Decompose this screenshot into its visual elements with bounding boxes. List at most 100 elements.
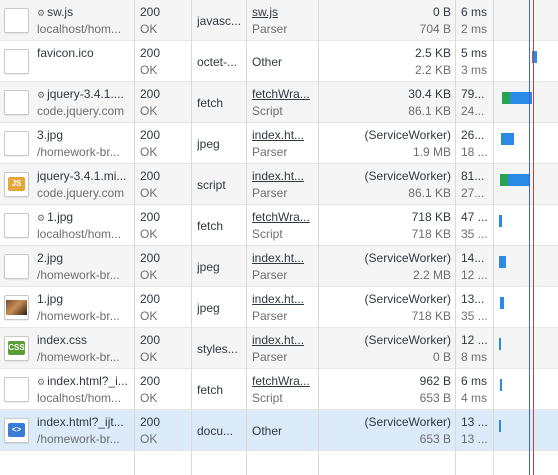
name-cell[interactable]: JS jquery-3.4.1.mi... code.jquery.com — [0, 164, 134, 205]
request-row[interactable]: ⚙ 1.jpg localhost/hom... 200 OK fetch fetchWra… — [0, 205, 558, 246]
latency-time: 3 ms — [461, 63, 488, 77]
waterfall-cell — [493, 41, 558, 82]
initiator-link[interactable]: index.ht... — [252, 128, 315, 142]
resource-size: 86.1 KB — [408, 104, 451, 118]
status-code: 200 — [140, 374, 161, 388]
transferred-size: (ServiceWorker) — [364, 251, 451, 265]
request-row[interactable]: ⚙ sw.js localhost/hom... 200 OK javasc... sw.j… — [0, 0, 558, 41]
gear-icon: ⚙ — [37, 8, 46, 18]
initiator-link[interactable]: fetchWra... — [252, 210, 315, 224]
status-text: OK — [140, 391, 158, 405]
type-cell: styles... — [191, 328, 246, 369]
latency-time: 24... — [461, 104, 485, 118]
total-time: 81... — [461, 169, 485, 183]
waterfall-cell — [493, 246, 558, 287]
waterfall-cell — [493, 328, 558, 369]
total-time: 13... — [461, 292, 485, 306]
name-cell[interactable]: 2.jpg/homework-br... — [0, 246, 134, 287]
waterfall-cell — [493, 205, 558, 246]
resource-size: 1.9 MB — [412, 145, 451, 159]
status-code: 200 — [140, 5, 161, 19]
type-cell: script — [191, 164, 246, 205]
status-cell: 200 OK — [134, 123, 191, 164]
request-path: /homework-br... — [37, 432, 120, 446]
request-path: code.jquery.com — [37, 186, 125, 200]
request-row[interactable]: 1.jpg/homework-br... 200 OK jpeg index.ht...… — [0, 287, 558, 328]
resource-size: 86.1 KB — [408, 186, 451, 200]
initiator-link[interactable]: index.ht... — [252, 292, 315, 306]
type-cell: jpeg — [191, 123, 246, 164]
latency-time: 27... — [461, 186, 485, 200]
waterfall-cell — [493, 287, 558, 328]
name-cell[interactable]: CSS index.css/homework-br... — [0, 328, 134, 369]
initiator-link[interactable]: sw.js — [252, 5, 315, 19]
status-cell: 200 OK — [134, 246, 191, 287]
name-cell[interactable]: ⚙ index.html?_i... localhost/hom... — [0, 369, 134, 410]
time-cell: 79... 24... — [455, 82, 493, 123]
total-time: 6 ms — [461, 5, 488, 19]
size-cell: (ServiceWorker) 1.9 MB — [318, 123, 455, 164]
status-text: OK — [140, 145, 158, 159]
column-divider — [318, 451, 319, 475]
initiator-type: Parser — [252, 186, 288, 200]
name-cell[interactable]: favicon.ico — [0, 41, 134, 82]
name-cell[interactable]: <> index.html?_ijt... /homework-br... — [0, 410, 134, 451]
resource-size: 2.2 KB — [414, 63, 451, 77]
download-segment — [499, 215, 502, 227]
download-segment — [499, 256, 506, 268]
request-path: localhost/hom... — [37, 391, 122, 405]
initiator-type: Parser — [252, 268, 288, 282]
transferred-size: (ServiceWorker) — [364, 128, 451, 142]
resource-size: 718 KB — [411, 309, 451, 323]
name-cell[interactable]: ⚙ sw.js localhost/hom... — [0, 0, 134, 41]
initiator-link[interactable]: index.ht... — [252, 169, 315, 183]
request-row[interactable]: 3.jpg/homework-br... 200 OK jpeg index.ht...… — [0, 123, 558, 164]
initiator-link[interactable]: index.ht... — [252, 251, 315, 265]
time-cell: 14... 12 ... — [455, 246, 493, 287]
size-cell: (ServiceWorker) 86.1 KB — [318, 164, 455, 205]
initiator-link[interactable]: fetchWra... — [252, 374, 315, 388]
name-cell[interactable]: 1.jpg/homework-br... — [0, 287, 134, 328]
status-text: OK — [140, 432, 158, 446]
request-name: ⚙ sw.js — [37, 5, 130, 20]
load-event-line — [533, 0, 534, 475]
request-row[interactable]: CSS index.css/homework-br... 200 OK styles..… — [0, 328, 558, 369]
resource-type-icon — [4, 90, 29, 115]
name-cell[interactable]: 3.jpg/homework-br... — [0, 123, 134, 164]
gear-icon: ⚙ — [37, 90, 46, 100]
status-text: OK — [140, 104, 158, 118]
resource-type-icon — [4, 295, 29, 320]
image-thumbnail — [6, 300, 27, 315]
request-row[interactable]: ⚙ jquery-3.4.1.... code.jquery.com 200 OK fet… — [0, 82, 558, 123]
initiator-type: Parser — [252, 309, 288, 323]
size-cell: (ServiceWorker) 2.2 MB — [318, 246, 455, 287]
status-code: 200 — [140, 415, 161, 429]
resource-type: jpeg — [197, 301, 220, 315]
request-row[interactable]: 2.jpg/homework-br... 200 OK jpeg index.ht...… — [0, 246, 558, 287]
resource-type-icon: <> — [4, 418, 29, 443]
waiting-segment — [500, 174, 508, 186]
request-row[interactable]: <> index.html?_ijt... /homework-br... 200 OK… — [0, 410, 558, 451]
waterfall-cell — [493, 0, 558, 41]
request-name-text: 3.jpg — [37, 128, 64, 142]
initiator-link[interactable]: index.ht... — [252, 333, 315, 347]
transferred-size: (ServiceWorker) — [364, 292, 451, 306]
type-cell: fetch — [191, 82, 246, 123]
download-segment — [499, 420, 501, 432]
request-path: /homework-br... — [37, 145, 120, 159]
status-cell: 200 OK — [134, 328, 191, 369]
initiator-cell: sw.js Parser — [246, 0, 318, 41]
request-row[interactable]: JS jquery-3.4.1.mi... code.jquery.com 200 OK… — [0, 164, 558, 205]
name-cell[interactable]: ⚙ 1.jpg localhost/hom... — [0, 205, 134, 246]
latency-time: 35 ... — [461, 309, 488, 323]
initiator-link[interactable]: fetchWra... — [252, 87, 315, 101]
initiator-type: Parser — [252, 350, 288, 364]
size-cell: 0 B 704 B — [318, 0, 455, 41]
request-row[interactable]: ⚙ index.html?_i... localhost/hom... 200 OK fe… — [0, 369, 558, 410]
resource-type-icon — [4, 377, 29, 402]
request-name: 1.jpg — [37, 292, 130, 306]
resource-type: octet-... — [197, 55, 238, 69]
request-row[interactable]: favicon.ico 200 OK octet-... Other 2.5 KB 2.2 … — [0, 41, 558, 82]
latency-time: 12 ... — [461, 268, 488, 282]
name-cell[interactable]: ⚙ jquery-3.4.1.... code.jquery.com — [0, 82, 134, 123]
